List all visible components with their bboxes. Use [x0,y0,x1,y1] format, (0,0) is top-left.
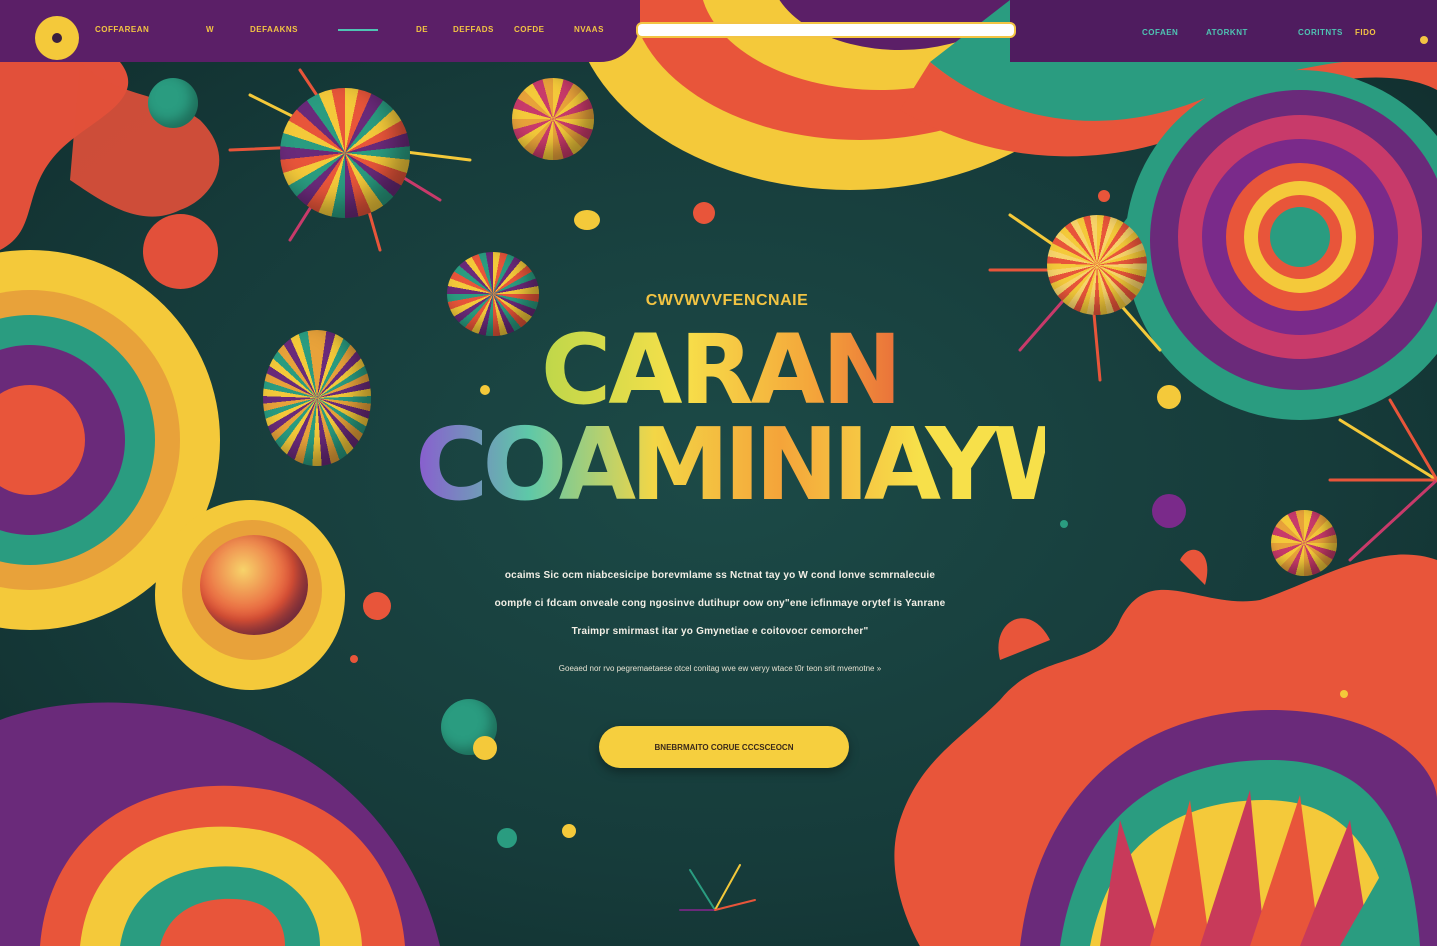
confetti-dot [1157,385,1181,409]
confetti-dot [363,592,391,620]
nav-item-6[interactable]: COFDE [514,25,545,34]
confetti-dot [1098,190,1110,202]
hero-title-line1: CARAN [530,320,910,420]
hero-title-line2: COAMINIAYW [415,406,1102,523]
confetti-dot [693,202,715,224]
hero-body-line-1: ocaims Sic ocm niabcesicipe borevmlame s… [504,570,936,581]
confetti-dot [562,824,576,838]
green-ball-top-left [148,78,198,128]
spiky-ball-right [1047,215,1147,315]
yellow-ball-bottom [473,736,497,760]
confetti-dot [1340,690,1348,698]
nav-right-item-3[interactable]: CORITNTS [1298,28,1343,37]
confetti-dot [480,385,490,395]
nav-item-1[interactable]: W [206,25,214,34]
striped-ball-top [512,78,594,160]
nav-item-2[interactable]: DEFAAKNS [250,25,298,34]
menu-icon[interactable] [1420,36,1428,44]
logo-icon[interactable] [35,16,79,60]
firework-far-right [1328,398,1437,562]
hero-body-line-2: oompfe ci fdcam onveale cong ngosinve du… [494,598,946,609]
hero-small-line: Goeaed nor rvo pegremaetaese otcel conit… [558,664,882,673]
striped-ball-left [263,330,371,466]
firework-bottom [679,864,756,911]
nav-item-active-indicator[interactable] [338,29,378,31]
confetti-dot [1152,494,1186,528]
top-left-splash-2 [70,62,220,217]
nav-right-item-1[interactable]: COFAEN [1142,28,1178,37]
nav-item-7[interactable]: NVAAS [574,25,604,34]
confetti-dot [497,828,517,848]
hero-body-line-3: Traimpr smirmast itar yo Gmynetiae e coi… [571,626,869,637]
splash-drip-1 [998,618,1050,660]
nav-right-item-4[interactable]: FIDO [1355,28,1376,37]
hero-kicker: CWVWVVFENCNAIE [645,292,809,309]
nav-brand[interactable]: COFFAREAN [95,25,149,34]
swirl-ball-left [200,535,308,635]
striped-ball-right [1271,510,1337,576]
nav-item-5[interactable]: DEFFADS [453,25,494,34]
striped-ball-mid [447,252,539,336]
search-bar[interactable] [636,22,1016,38]
nav-right-item-2[interactable]: ATORKNT [1206,28,1248,37]
splash-drip-2 [1180,549,1208,585]
top-navigation: COFFAREAN W DEFAAKNS DE DEFFADS COFDE NV… [0,0,1437,62]
red-ball-left [143,214,218,289]
page-canvas: COFFAREAN W DEFAAKNS DE DEFFADS COFDE NV… [0,0,1437,946]
nav-item-4[interactable]: DE [416,25,428,34]
striped-ball-large [280,88,410,218]
confetti-dot [574,210,600,230]
cta-button[interactable]: BNEBRMAITO CORUE CCCSCEOCN [599,726,849,768]
right-swirl-core [1270,207,1330,267]
confetti-dot [350,655,358,663]
